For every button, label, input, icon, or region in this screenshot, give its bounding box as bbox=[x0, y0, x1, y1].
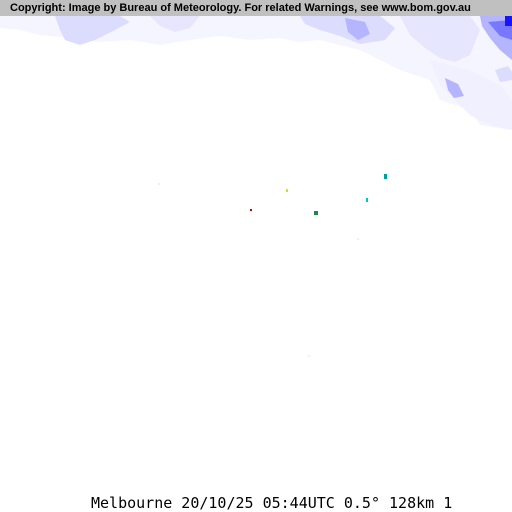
speck-green bbox=[314, 211, 318, 215]
copyright-text: Copyright: Image by Bureau of Meteorolog… bbox=[10, 2, 471, 14]
speck-pale-2 bbox=[357, 238, 359, 240]
speck-cyan-2 bbox=[366, 198, 368, 202]
radar-caption: Melbourne 20/10/25 05:44UTC 0.5° 128km 1 bbox=[91, 494, 453, 512]
radar-echo-layer bbox=[0, 16, 512, 357]
copyright-banner: Copyright: Image by Bureau of Meteorolog… bbox=[0, 0, 512, 16]
speck-pale-3 bbox=[308, 355, 310, 357]
speck-cyan-1 bbox=[384, 174, 387, 179]
echo-patch-10 bbox=[505, 16, 512, 26]
radar-image: Copyright: Image by Bureau of Meteorolog… bbox=[0, 0, 512, 512]
speck-pale-1 bbox=[158, 183, 160, 185]
speck-yellow bbox=[286, 189, 288, 192]
speck-red bbox=[250, 209, 252, 211]
